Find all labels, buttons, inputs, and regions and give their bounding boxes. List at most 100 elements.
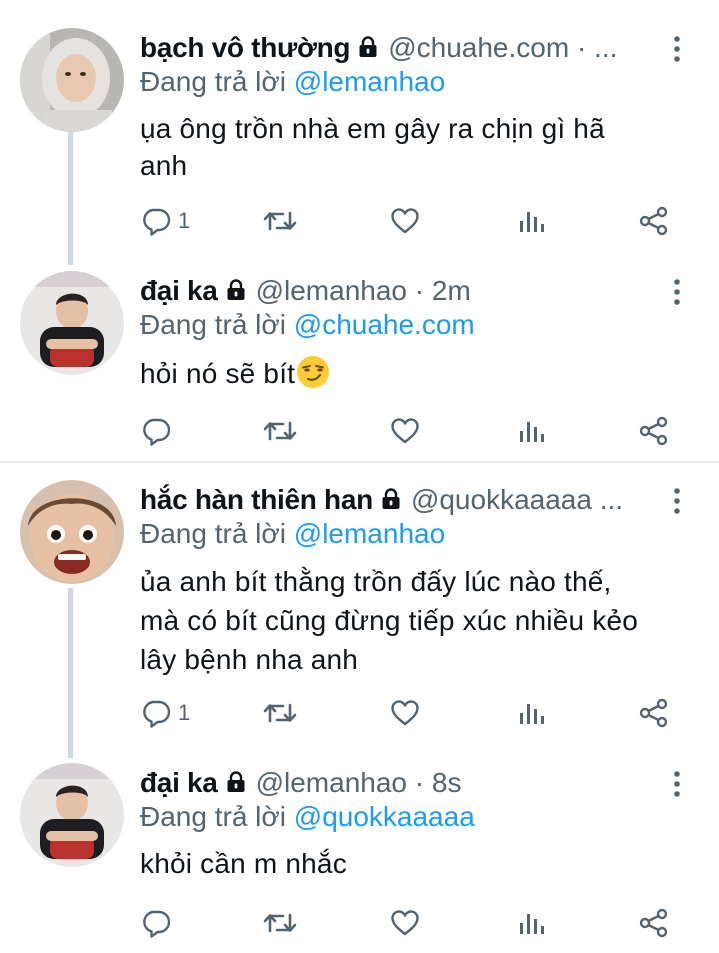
tweet-text-line-wrap: hỏi nó sẽ bít	[140, 355, 690, 392]
tweet[interactable]: hắc hàn thiên han @quokkaaaaa ... Đang tr…	[0, 480, 719, 750]
tweet-text-line: ụa ông trồn nhà em gây ra chịn gì hã	[140, 113, 605, 144]
heart-icon	[389, 205, 421, 237]
retweet-icon	[262, 697, 298, 729]
reply-mention-link[interactable]: @lemanhao	[294, 66, 445, 97]
more-options-icon[interactable]	[665, 34, 689, 64]
share-button[interactable]	[638, 201, 670, 241]
share-icon	[638, 907, 670, 939]
replying-to: Đang trả lời @chuahe.com	[140, 305, 475, 345]
heart-icon	[389, 907, 421, 939]
views-button[interactable]	[517, 693, 545, 733]
reply-mention-link[interactable]: @quokkaaaaa	[294, 801, 475, 832]
heart-icon	[389, 415, 421, 447]
lock-icon	[224, 769, 248, 795]
tweet-actions: 1	[140, 693, 680, 733]
reply-button[interactable]: 1	[140, 693, 190, 733]
retweet-icon	[262, 907, 298, 939]
views-icon	[517, 699, 545, 727]
replying-label: Đang trả lời	[140, 801, 286, 832]
share-button[interactable]	[638, 693, 670, 733]
avatar-sitting-photo	[20, 271, 124, 375]
tweet-text-line: anh	[140, 150, 188, 181]
reply-button[interactable]	[140, 411, 178, 451]
handle-and-time[interactable]: @lemanhao · 2m	[256, 275, 471, 306]
more-options-icon[interactable]	[665, 769, 689, 799]
avatar-closeup-photo	[20, 480, 124, 584]
tweet-actions	[140, 411, 680, 451]
handle-and-time[interactable]: @lemanhao · 8s	[256, 767, 462, 798]
share-button[interactable]	[638, 903, 670, 943]
tweet-text-line: ủa anh bít thằng trồn đấy lúc nào thế,	[140, 566, 612, 597]
replying-label: Đang trả lời	[140, 66, 286, 97]
handle-and-time[interactable]: @quokkaaaaa ...	[411, 484, 623, 515]
display-name[interactable]: hắc hàn thiên han	[140, 484, 373, 515]
views-button[interactable]	[517, 903, 545, 943]
tweet[interactable]: bạch vô thường @chuahe.com · ... Đang trả…	[0, 28, 719, 253]
tweet-actions: 1	[140, 201, 680, 241]
retweet-button[interactable]	[262, 201, 298, 241]
reply-mention-link[interactable]: @chuahe.com	[294, 309, 475, 340]
tweet[interactable]: đại ka @lemanhao · 8s Đang trả lời @quokk…	[0, 763, 719, 948]
tweet-text: ủa anh bít thằng trồn đấy lúc nào thế, m…	[140, 562, 690, 679]
replying-to: Đang trả lời @lemanhao	[140, 514, 445, 554]
reply-count: 1	[178, 208, 191, 233]
retweet-button[interactable]	[262, 903, 298, 943]
tweet-text-line: lây bệnh nha anh	[140, 644, 359, 675]
heart-icon	[389, 697, 421, 729]
thread-divider	[0, 461, 719, 463]
retweet-icon	[262, 205, 298, 237]
views-icon	[517, 417, 545, 445]
display-name[interactable]: bạch vô thường	[140, 32, 351, 63]
lock-icon	[379, 486, 403, 512]
like-button[interactable]	[389, 411, 421, 451]
reply-icon	[140, 205, 172, 237]
reply-button[interactable]	[140, 903, 178, 943]
avatar-hoodie-photo	[20, 28, 124, 132]
avatar[interactable]	[20, 763, 124, 867]
reply-button[interactable]: 1	[140, 201, 190, 241]
tweet-text-line: mà có bít cũng đừng tiếp xúc nhiều kẻo	[140, 605, 638, 636]
views-button[interactable]	[517, 201, 545, 241]
smirk-emoji-icon	[297, 356, 330, 388]
replying-to: Đang trả lời @lemanhao	[140, 62, 445, 102]
views-icon	[517, 909, 545, 937]
share-icon	[638, 205, 670, 237]
views-icon	[517, 207, 545, 235]
retweet-button[interactable]	[262, 693, 298, 733]
lock-icon	[356, 34, 380, 60]
replying-label: Đang trả lời	[140, 309, 286, 340]
tweet-actions	[140, 903, 680, 943]
tweet-text: hỏi nó sẽ bít	[140, 355, 690, 392]
avatar[interactable]	[20, 480, 124, 584]
share-icon	[638, 697, 670, 729]
tweet[interactable]: đại ka @lemanhao · 2m Đang trả lời @chuah…	[0, 271, 719, 461]
handle-and-time[interactable]: @chuahe.com · ...	[388, 32, 617, 63]
avatar-sitting-photo	[20, 763, 124, 867]
reply-mention-link[interactable]: @lemanhao	[294, 518, 445, 549]
like-button[interactable]	[389, 903, 421, 943]
views-button[interactable]	[517, 411, 545, 451]
share-icon	[638, 415, 670, 447]
tweet-text-line: hỏi nó sẽ bít	[140, 358, 296, 389]
avatar[interactable]	[20, 28, 124, 132]
replying-to: Đang trả lời @quokkaaaaa	[140, 797, 475, 837]
display-name[interactable]: đại ka	[140, 275, 218, 306]
tweet-text: khỏi cần m nhắc	[140, 845, 690, 882]
reply-count: 1	[178, 700, 191, 725]
tweet-text-line: khỏi cần m nhắc	[140, 848, 347, 879]
retweet-icon	[262, 415, 298, 447]
reply-icon	[140, 907, 172, 939]
reply-icon	[140, 415, 172, 447]
lock-icon	[224, 277, 248, 303]
tweet-text: ụa ông trồn nhà em gây ra chịn gì hã anh	[140, 110, 690, 184]
share-button[interactable]	[638, 411, 670, 451]
replying-label: Đang trả lời	[140, 518, 286, 549]
display-name[interactable]: đại ka	[140, 767, 218, 798]
reply-icon	[140, 697, 172, 729]
like-button[interactable]	[389, 201, 421, 241]
retweet-button[interactable]	[262, 411, 298, 451]
like-button[interactable]	[389, 693, 421, 733]
more-options-icon[interactable]	[665, 486, 689, 516]
avatar[interactable]	[20, 271, 124, 375]
more-options-icon[interactable]	[665, 277, 689, 307]
